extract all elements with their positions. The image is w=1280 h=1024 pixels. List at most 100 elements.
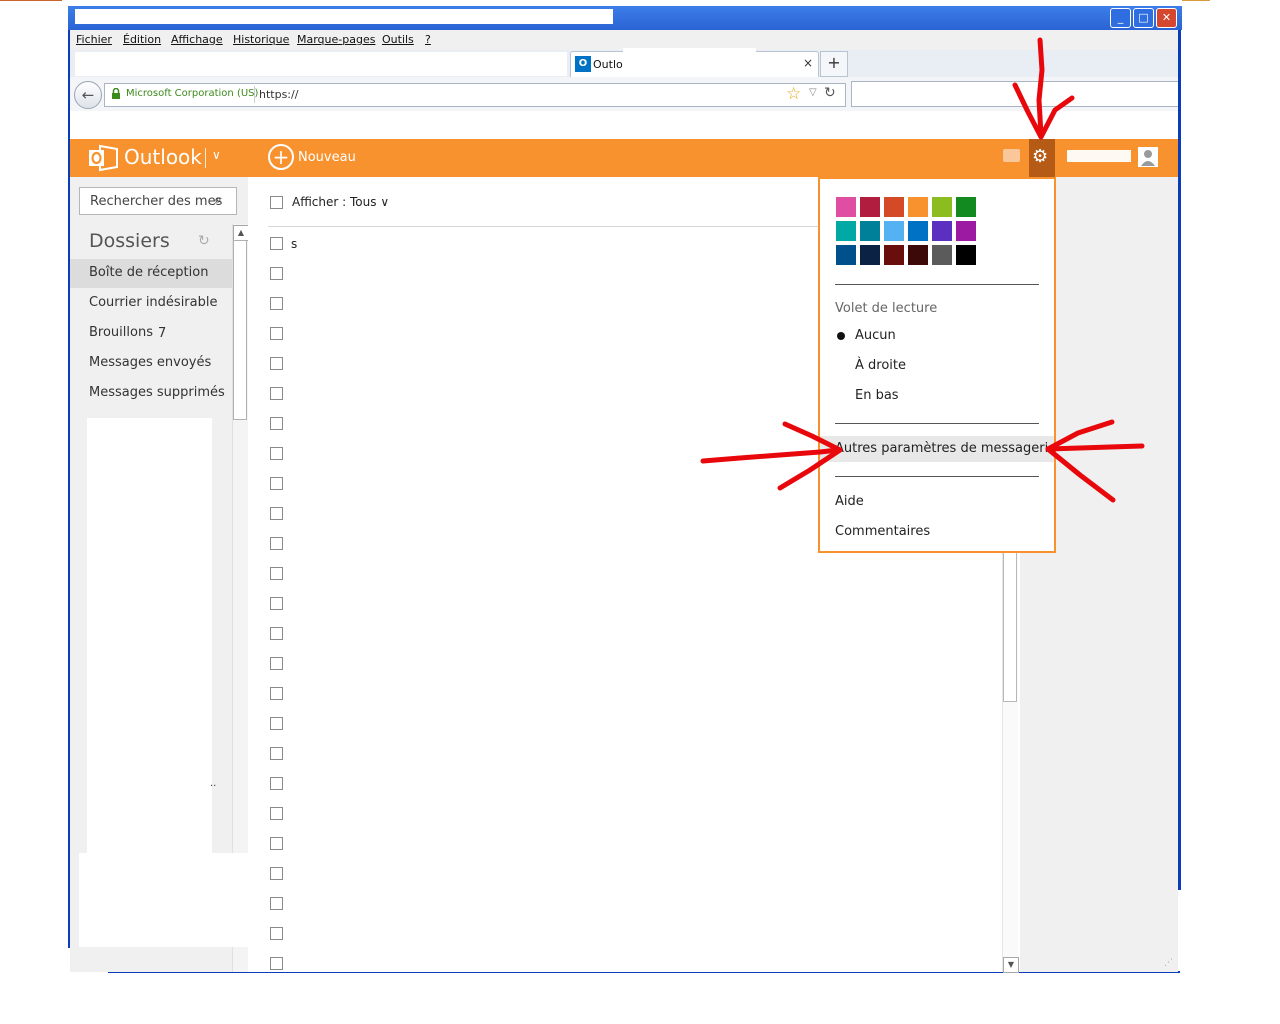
maximize-button[interactable]: □ <box>1133 8 1154 28</box>
message-row-checkbox[interactable] <box>270 237 283 250</box>
window-title <box>75 9 613 24</box>
window-edge-decoration <box>0 0 62 1</box>
message-row-checkbox[interactable] <box>270 507 283 520</box>
message-row-checkbox[interactable] <box>270 567 283 580</box>
reading-pane-right[interactable]: À droite <box>855 358 906 373</box>
search-icon[interactable]: ⌕ <box>214 192 222 208</box>
message-row-checkbox[interactable] <box>270 777 283 790</box>
outlook-favicon-icon: O <box>575 56 591 72</box>
scroll-down-icon[interactable]: ▼ <box>1003 957 1019 973</box>
folder-inbox[interactable]: Boîte de réception <box>89 265 208 280</box>
folder-deleted[interactable]: Messages supprimés <box>89 385 225 400</box>
menu-fichier[interactable]: Fichier <box>76 33 112 46</box>
folder-drafts[interactable]: Brouillons <box>89 325 153 340</box>
theme-color-swatch[interactable] <box>884 245 904 265</box>
menu-marque-pages[interactable]: Marque-pages <box>297 33 375 46</box>
message-row-checkbox[interactable] <box>270 747 283 760</box>
avatar[interactable] <box>1138 147 1158 167</box>
theme-color-swatch[interactable] <box>932 245 952 265</box>
message-row-checkbox[interactable] <box>270 387 283 400</box>
new-tab-button[interactable]: + <box>820 51 848 77</box>
minimize-button[interactable]: _ <box>1110 8 1131 28</box>
theme-color-swatch[interactable] <box>860 197 880 217</box>
message-row-text[interactable]: s <box>291 237 297 251</box>
theme-color-swatch[interactable] <box>860 245 880 265</box>
browser-search-input[interactable] <box>851 81 1181 107</box>
message-row-checkbox[interactable] <box>270 477 283 490</box>
theme-color-swatch[interactable] <box>884 197 904 217</box>
theme-color-swatch[interactable] <box>908 245 928 265</box>
tab-strip-blank <box>75 52 567 76</box>
close-window-button[interactable]: ✕ <box>1156 8 1177 28</box>
folder-junk[interactable]: Courrier indésirable <box>89 295 217 310</box>
message-row-checkbox[interactable] <box>270 687 283 700</box>
reading-pane-bottom[interactable]: En bas <box>855 388 899 403</box>
message-row-checkbox[interactable] <box>270 327 283 340</box>
gear-icon[interactable]: ⚙ <box>1032 146 1048 167</box>
message-row-checkbox[interactable] <box>270 297 283 310</box>
outlook-logo[interactable]: Outlook <box>124 145 202 169</box>
ellipsis-text: .. <box>210 778 217 789</box>
menu-edition[interactable]: Édition <box>123 33 161 46</box>
message-row-checkbox[interactable] <box>270 267 283 280</box>
menu-separator <box>835 476 1039 477</box>
new-plus-icon[interactable]: + <box>268 144 294 170</box>
message-row-checkbox[interactable] <box>270 417 283 430</box>
help-item[interactable]: Aide <box>835 494 864 509</box>
theme-color-swatch[interactable] <box>860 221 880 241</box>
user-name[interactable] <box>1067 150 1131 162</box>
reload-icon[interactable]: ↻ <box>824 85 836 101</box>
theme-color-swatch[interactable] <box>956 221 976 241</box>
message-row-checkbox[interactable] <box>270 357 283 370</box>
message-scroll-thumb[interactable] <box>1003 540 1017 702</box>
menu-affichage[interactable]: Affichage <box>171 33 223 46</box>
message-row-checkbox[interactable] <box>270 867 283 880</box>
app-switcher-chevron-icon[interactable]: ∨ <box>212 148 221 162</box>
back-button[interactable]: ← <box>74 81 102 109</box>
menu-historique[interactable]: Historique <box>233 33 289 46</box>
search-placeholder: Rechercher des mes <box>90 194 223 209</box>
filter-dropdown[interactable]: Afficher : Tous ∨ <box>292 195 389 209</box>
theme-color-swatch[interactable] <box>836 245 856 265</box>
feedback-item[interactable]: Commentaires <box>835 524 930 539</box>
theme-color-swatch[interactable] <box>932 221 952 241</box>
select-all-checkbox[interactable] <box>270 196 283 209</box>
theme-color-swatch[interactable] <box>932 197 952 217</box>
url-dropdown-icon[interactable]: ▽ <box>809 87 817 98</box>
chat-icon[interactable] <box>1003 149 1020 162</box>
message-row-checkbox[interactable] <box>270 837 283 850</box>
resize-grip-icon[interactable]: ⋰ <box>1164 958 1173 968</box>
new-message-button[interactable]: Nouveau <box>298 150 356 165</box>
bookmark-bar <box>70 111 1180 133</box>
message-row-checkbox[interactable] <box>270 927 283 940</box>
theme-color-swatch[interactable] <box>956 197 976 217</box>
message-row-checkbox[interactable] <box>270 807 283 820</box>
folder-sent[interactable]: Messages envoyés <box>89 355 211 370</box>
folder-scroll-thumb[interactable] <box>233 240 247 420</box>
message-row-checkbox[interactable] <box>270 537 283 550</box>
theme-color-swatch[interactable] <box>836 197 856 217</box>
message-row-checkbox[interactable] <box>270 627 283 640</box>
message-row-checkbox[interactable] <box>270 897 283 910</box>
url-separator <box>254 86 255 103</box>
message-row-checkbox[interactable] <box>270 447 283 460</box>
theme-color-swatch[interactable] <box>908 197 928 217</box>
message-row-checkbox[interactable] <box>270 717 283 730</box>
theme-color-swatch[interactable] <box>956 245 976 265</box>
scroll-up-icon[interactable]: ▲ <box>233 225 249 241</box>
tab-close-button[interactable]: × <box>803 56 813 70</box>
message-row-checkbox[interactable] <box>270 957 283 970</box>
reading-pane-none[interactable]: Aucun <box>855 328 896 343</box>
theme-color-swatch[interactable] <box>908 221 928 241</box>
other-mail-settings-item[interactable]: Autres paramètres de messagerie <box>835 441 1056 456</box>
message-row-checkbox[interactable] <box>270 597 283 610</box>
bookmark-star-icon[interactable]: ☆ <box>786 84 801 104</box>
menu-outils[interactable]: Outils <box>382 33 414 46</box>
message-row-checkbox[interactable] <box>270 657 283 670</box>
url-text[interactable]: https:// <box>259 88 298 101</box>
theme-color-swatch[interactable] <box>836 221 856 241</box>
refresh-icon[interactable]: ↻ <box>198 233 210 249</box>
theme-color-swatch[interactable] <box>884 221 904 241</box>
menu-help[interactable]: ? <box>425 33 431 46</box>
site-identity[interactable]: Microsoft Corporation (US) <box>126 88 258 99</box>
